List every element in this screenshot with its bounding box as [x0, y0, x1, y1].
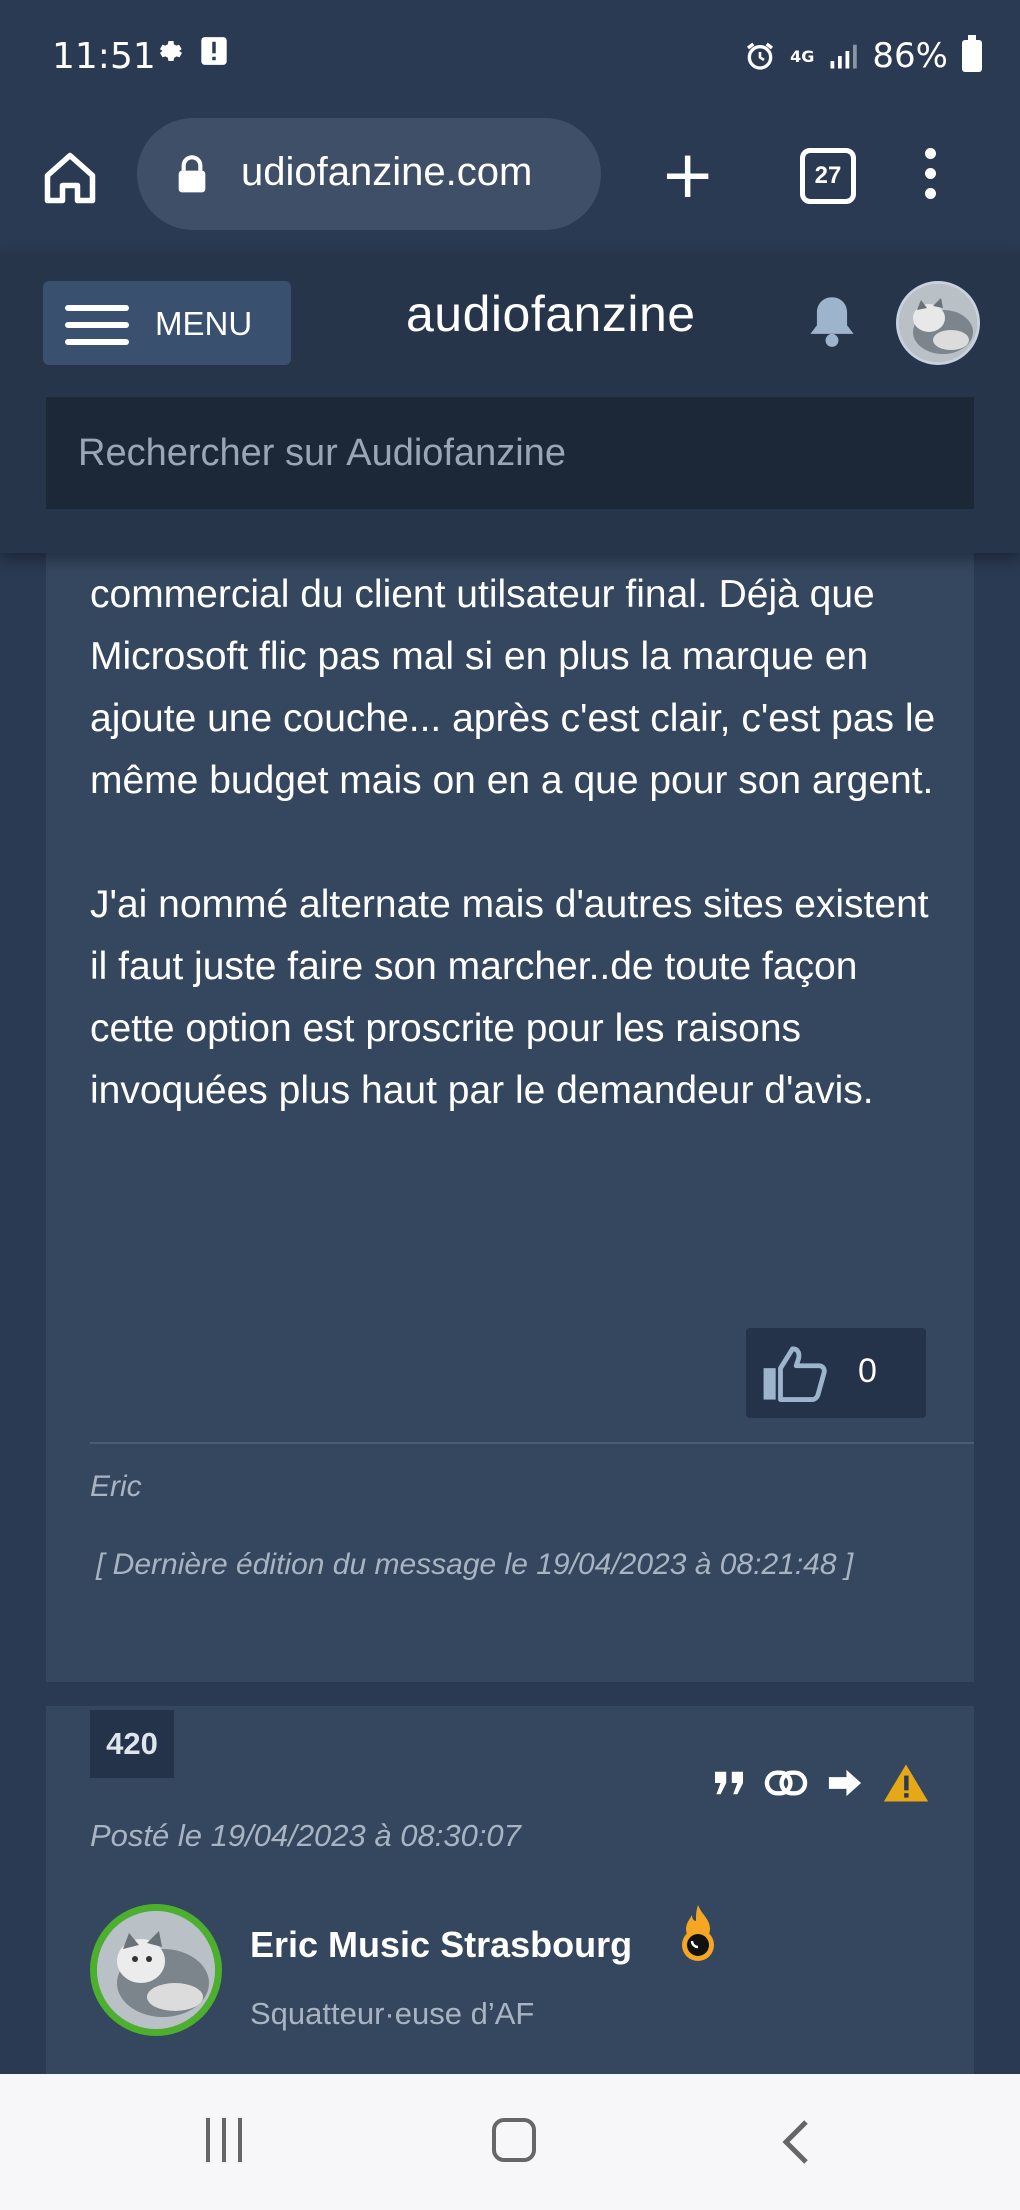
post-paragraph: commercial du client utilsateur final. D…: [90, 573, 936, 802]
post-actions: [712, 1762, 930, 1804]
posted-date: Posté le 19/04/2023 à 08:30:07: [90, 1818, 521, 1853]
status-icons-left: [156, 36, 228, 66]
network-type: 4G: [790, 46, 815, 66]
tab-switcher-button[interactable]: 27: [800, 148, 856, 204]
link-icon[interactable]: [764, 1768, 808, 1798]
signal-icon: [830, 44, 858, 69]
menu-label: MENU: [155, 305, 253, 342]
site-logo[interactable]: audiofanzine: [406, 285, 696, 343]
back-icon[interactable]: [780, 2118, 810, 2166]
post-number[interactable]: 420: [90, 1710, 174, 1778]
site-header: MENU audiofanzine: [0, 253, 1020, 553]
arrow-right-icon[interactable]: [826, 1768, 864, 1798]
home-nav-icon[interactable]: [492, 2118, 536, 2162]
alarm-icon: [747, 42, 774, 70]
quote-icon[interactable]: [712, 1769, 746, 1797]
alert-icon: [201, 37, 227, 65]
thumbs-up-icon: [763, 1346, 827, 1402]
system-nav-bar: [0, 2074, 1020, 2210]
address-bar[interactable]: udiofanzine.com: [137, 118, 601, 230]
settings-gear-icon: [160, 41, 182, 61]
hamburger-icon: [65, 305, 129, 356]
author-rank: Squatteur·euse d’AF: [250, 1996, 535, 2031]
search-field[interactable]: [46, 397, 974, 509]
new-tab-button[interactable]: +: [660, 142, 715, 208]
post-body: commercial du client utilsateur final. D…: [90, 564, 950, 1122]
post-card: commercial du client utilsateur final. D…: [46, 490, 974, 1682]
battery-icon: [962, 35, 982, 72]
flame-badge-icon: [682, 1905, 714, 1961]
bell-icon[interactable]: [806, 293, 858, 349]
menu-button[interactable]: MENU: [43, 281, 291, 365]
browser-toolbar: udiofanzine.com + 27: [0, 118, 1020, 253]
battery-level: 86%: [872, 36, 948, 76]
lock-icon: [178, 155, 206, 193]
status-bar: 11:51 4G 86%: [0, 0, 1020, 118]
status-right: 4G 86%: [744, 35, 982, 76]
signature: Eric: [90, 1470, 142, 1503]
edit-note: [ Dernière édition du message le 19/04/2…: [96, 1548, 854, 1581]
post-paragraph: J'ai nommé alternate mais d'autres sites…: [90, 883, 929, 1112]
user-avatar[interactable]: [896, 281, 980, 365]
author-avatar[interactable]: [90, 1904, 222, 2036]
author-name[interactable]: Eric Music Strasbourg: [250, 1924, 632, 1966]
warning-icon[interactable]: [882, 1762, 930, 1804]
home-icon[interactable]: [40, 148, 100, 208]
recents-icon[interactable]: [206, 2118, 242, 2162]
url-text: udiofanzine.com: [241, 150, 533, 194]
post-card: 420 Posté le 19/04/2023 à 08:30:07 Eric …: [46, 1706, 974, 2086]
like-count: 0: [858, 1352, 877, 1390]
divider: [90, 1442, 974, 1444]
status-time: 11:51: [52, 36, 156, 77]
like-button[interactable]: 0: [746, 1328, 926, 1418]
more-options-icon[interactable]: [925, 148, 937, 208]
search-input[interactable]: [46, 397, 974, 509]
